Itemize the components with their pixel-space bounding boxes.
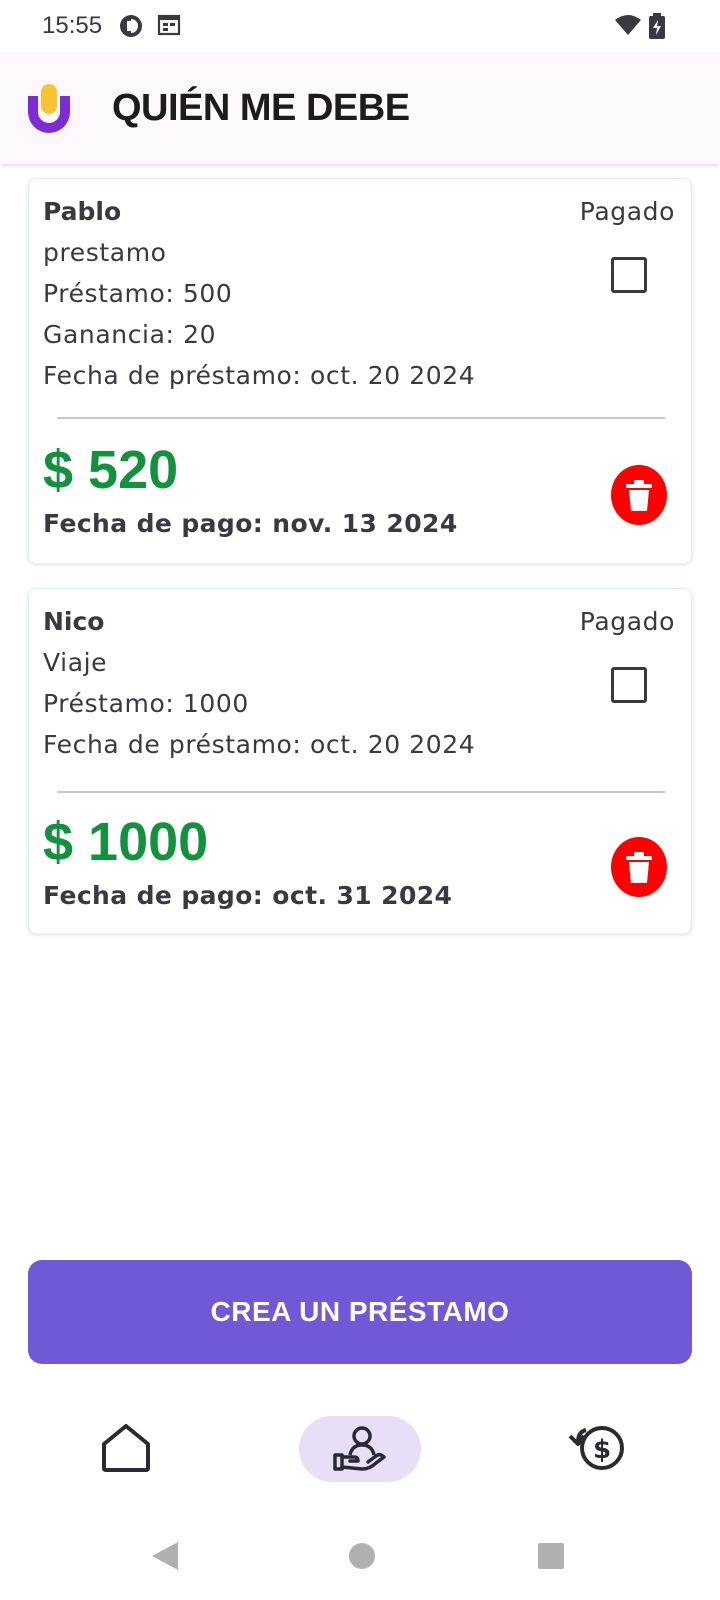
delete-button[interactable] [611, 837, 667, 897]
borrower-name: Pablo [43, 197, 122, 226]
app-bar: QUIÉN ME DEBE [0, 52, 720, 164]
loan-card: Nico Viaje Préstamo: 1000 Fecha de prést… [28, 588, 692, 934]
app-logo-icon [24, 82, 74, 134]
hand-user-icon [333, 1426, 386, 1471]
paid-checkbox[interactable] [611, 667, 647, 703]
loan-total: $ 1000 [43, 812, 209, 872]
wifi-icon [614, 13, 642, 41]
create-loan-label: CREA UN PRÉSTAMO [210, 1296, 510, 1327]
trash-icon [626, 852, 652, 883]
loan-amount: Préstamo: 1000 [43, 689, 249, 718]
money-history-icon: $ [568, 1426, 624, 1470]
loan-date: Fecha de préstamo: oct. 20 2024 [43, 361, 476, 390]
paid-label: Pagado [579, 197, 675, 226]
bottom-nav: $ [0, 1400, 720, 1500]
due-date: Fecha de pago: oct. 31 2024 [43, 881, 453, 910]
back-icon[interactable] [150, 1540, 180, 1576]
card-divider [57, 417, 665, 419]
home-icon [102, 1424, 150, 1472]
loan-date: Fecha de préstamo: oct. 20 2024 [43, 730, 476, 759]
trash-icon [626, 480, 652, 511]
status-time: 15:55 [42, 12, 103, 39]
card-divider [57, 791, 665, 793]
paid-label: Pagado [579, 607, 675, 636]
svg-text:$: $ [593, 1435, 611, 1465]
paid-checkbox[interactable] [611, 257, 647, 293]
delete-button[interactable] [611, 465, 667, 525]
borrower-name: Nico [43, 607, 105, 636]
nav-loans[interactable] [299, 1416, 421, 1482]
nav-history[interactable]: $ [560, 1416, 640, 1482]
create-loan-button[interactable]: CREA UN PRÉSTAMO [28, 1260, 692, 1364]
loan-total: $ 520 [43, 440, 179, 500]
system-nav [0, 1510, 720, 1600]
recents-icon[interactable] [536, 1540, 566, 1576]
loan-profit: Ganancia: 20 [43, 320, 217, 349]
battery-charging-icon [648, 13, 666, 43]
nav-home[interactable] [86, 1416, 166, 1482]
app-notification-icon [118, 13, 144, 43]
home-circle-icon[interactable] [347, 1540, 377, 1576]
loan-amount: Préstamo: 500 [43, 279, 233, 308]
calendar-icon [157, 13, 181, 41]
status-bar: 15:55 [0, 0, 720, 52]
loan-card: Pablo prestamo Préstamo: 500 Ganancia: 2… [28, 178, 692, 564]
loan-description: prestamo [43, 238, 167, 267]
due-date: Fecha de pago: nov. 13 2024 [43, 509, 458, 538]
page-title: QUIÉN ME DEBE [112, 87, 410, 129]
loan-description: Viaje [43, 648, 108, 677]
